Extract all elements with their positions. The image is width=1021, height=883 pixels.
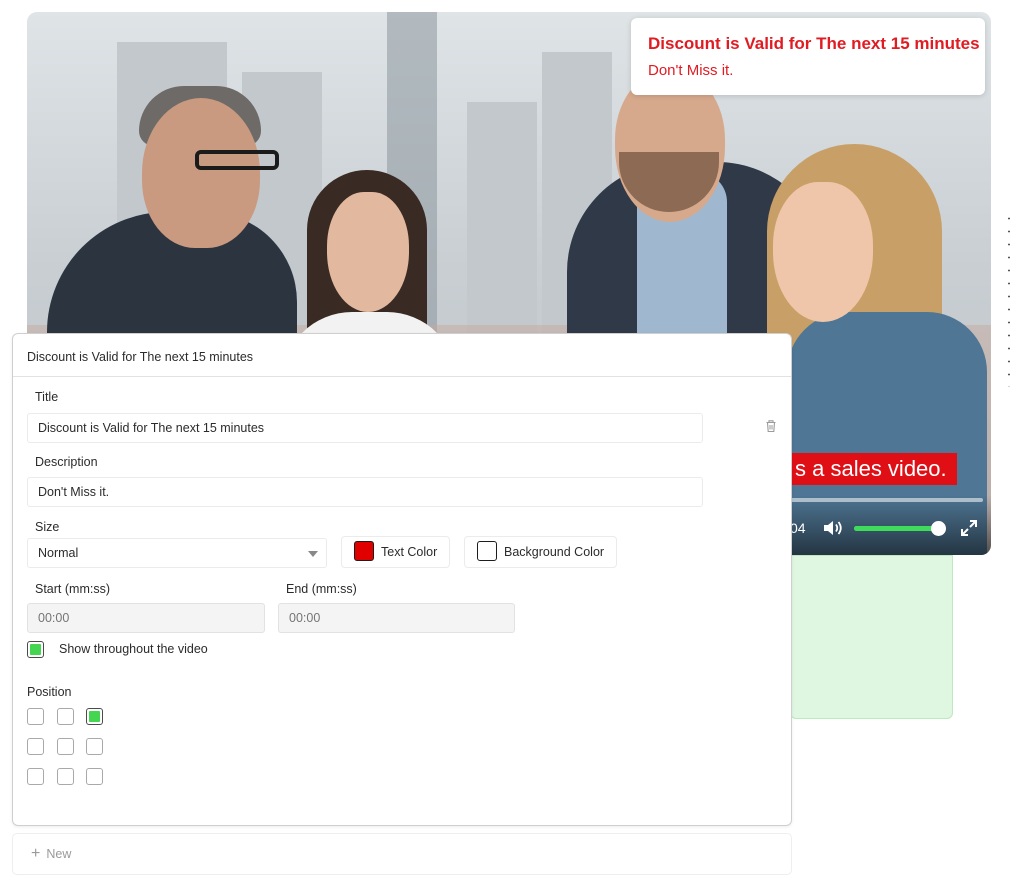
- end-label: End (mm:ss): [286, 582, 357, 596]
- volume-slider[interactable]: [854, 521, 947, 536]
- volume-icon[interactable]: [822, 518, 844, 538]
- new-button-label: New: [46, 847, 72, 861]
- size-select[interactable]: Normal: [27, 538, 327, 568]
- position-middle-center-checkbox[interactable]: [56, 738, 74, 755]
- position-label: Position: [27, 685, 72, 699]
- position-bottom-left-checkbox[interactable]: [27, 768, 44, 785]
- description-label: Description: [35, 455, 98, 469]
- person-1-head: [142, 98, 260, 248]
- end-time-input[interactable]: [278, 603, 515, 633]
- position-top-left-checkbox[interactable]: [27, 708, 44, 725]
- plus-icon: +: [31, 845, 41, 862]
- person-2-head: [327, 192, 409, 312]
- side-divider: [1007, 212, 1011, 387]
- position-bottom-center-checkbox[interactable]: [56, 768, 74, 785]
- position-middle-right-checkbox[interactable]: [86, 738, 103, 755]
- position-bottom-right-checkbox[interactable]: [86, 768, 103, 785]
- title-input[interactable]: Discount is Valid for The next 15 minute…: [27, 413, 703, 443]
- background-color-label: Background Color: [504, 545, 605, 559]
- editor-header[interactable]: Discount is Valid for The next 15 minute…: [13, 334, 791, 377]
- video-caption: s a sales video.: [787, 453, 957, 485]
- position-top-right-checkbox[interactable]: [86, 708, 103, 725]
- background-panel: [790, 555, 953, 719]
- title-label: Title: [35, 390, 59, 404]
- overlay-preview: Discount is Valid for The next 15 minute…: [631, 18, 985, 95]
- background-color-swatch: [477, 541, 497, 562]
- size-select-value: Normal: [38, 546, 79, 560]
- progress-bar[interactable]: [787, 498, 983, 502]
- show-throughout-checkbox[interactable]: [27, 641, 44, 658]
- text-color-label: Text Color: [381, 545, 438, 559]
- description-input[interactable]: Don't Miss it.: [27, 477, 703, 507]
- start-time-input[interactable]: [27, 603, 265, 633]
- show-throughout-label: Show throughout the video: [59, 642, 208, 656]
- overlay-editor: Discount is Valid for The next 15 minute…: [12, 333, 792, 826]
- new-overlay-button[interactable]: + New: [12, 833, 792, 875]
- position-middle-left-checkbox[interactable]: [27, 738, 44, 755]
- time-display: 04: [790, 520, 806, 536]
- overlay-title: Discount is Valid for The next 15 minute…: [648, 34, 980, 53]
- text-color-button[interactable]: Text Color: [341, 536, 451, 568]
- person-1-glasses: [195, 150, 279, 170]
- start-label: Start (mm:ss): [35, 582, 110, 596]
- size-label: Size: [35, 520, 60, 534]
- volume-fill: [854, 526, 939, 531]
- trash-icon[interactable]: [765, 419, 777, 433]
- chevron-down-icon: [308, 551, 318, 557]
- background-color-button[interactable]: Background Color: [464, 536, 618, 568]
- position-top-center-checkbox[interactable]: [56, 708, 74, 725]
- overlay-description: Don't Miss it.: [648, 62, 734, 79]
- text-color-swatch: [354, 541, 374, 562]
- person-4-head: [773, 182, 873, 322]
- fullscreen-icon[interactable]: [959, 518, 979, 538]
